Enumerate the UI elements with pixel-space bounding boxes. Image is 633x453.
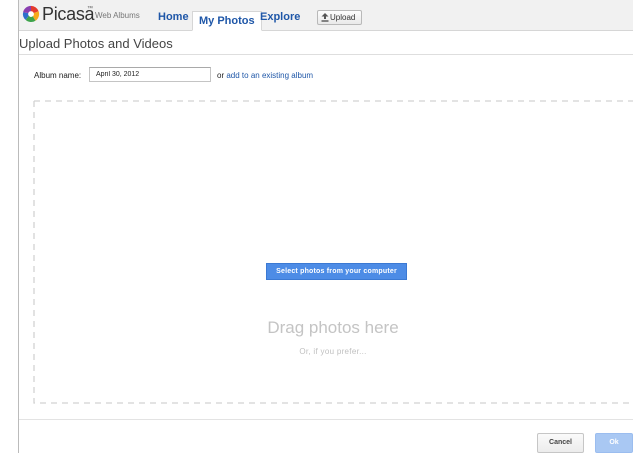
photo-drop-zone[interactable]: Drag photos here Or, if you prefer... (33, 98, 633, 405)
upload-button-label: Upload (330, 13, 356, 22)
add-to-existing-album-link[interactable]: add to an existing album (226, 71, 313, 80)
tab-my-photos[interactable]: My Photos (192, 11, 262, 31)
web-albums-label: Web Albums (95, 11, 140, 20)
album-name-input[interactable] (89, 67, 211, 82)
title-divider (19, 54, 633, 55)
upload-arrow-icon (321, 13, 329, 22)
drop-zone-dashed-border (33, 100, 633, 404)
trademark-symbol: ™ (87, 6, 93, 12)
tab-explore[interactable]: Explore (260, 11, 300, 23)
ok-button[interactable]: Ok (595, 433, 633, 453)
window-left-border (18, 0, 19, 453)
picasa-pinwheel-icon (22, 5, 40, 23)
cancel-button[interactable]: Cancel (537, 433, 584, 453)
select-photos-button[interactable]: Select photos from your computer (266, 263, 407, 280)
album-name-label: Album name: (34, 71, 82, 80)
or-text: or (217, 71, 225, 80)
drag-photos-heading: Drag photos here (267, 318, 399, 337)
existing-album-option: or add to an existing album (217, 71, 313, 80)
alternative-hint: Or, if you prefer... (299, 347, 367, 356)
top-navigation-bar: Picasa ™ Web Albums Home My Photos Explo… (19, 0, 633, 31)
page-title: Upload Photos and Videos (19, 36, 173, 51)
upload-button[interactable]: Upload (317, 10, 362, 25)
footer-divider (19, 419, 633, 420)
tab-home[interactable]: Home (158, 11, 189, 23)
